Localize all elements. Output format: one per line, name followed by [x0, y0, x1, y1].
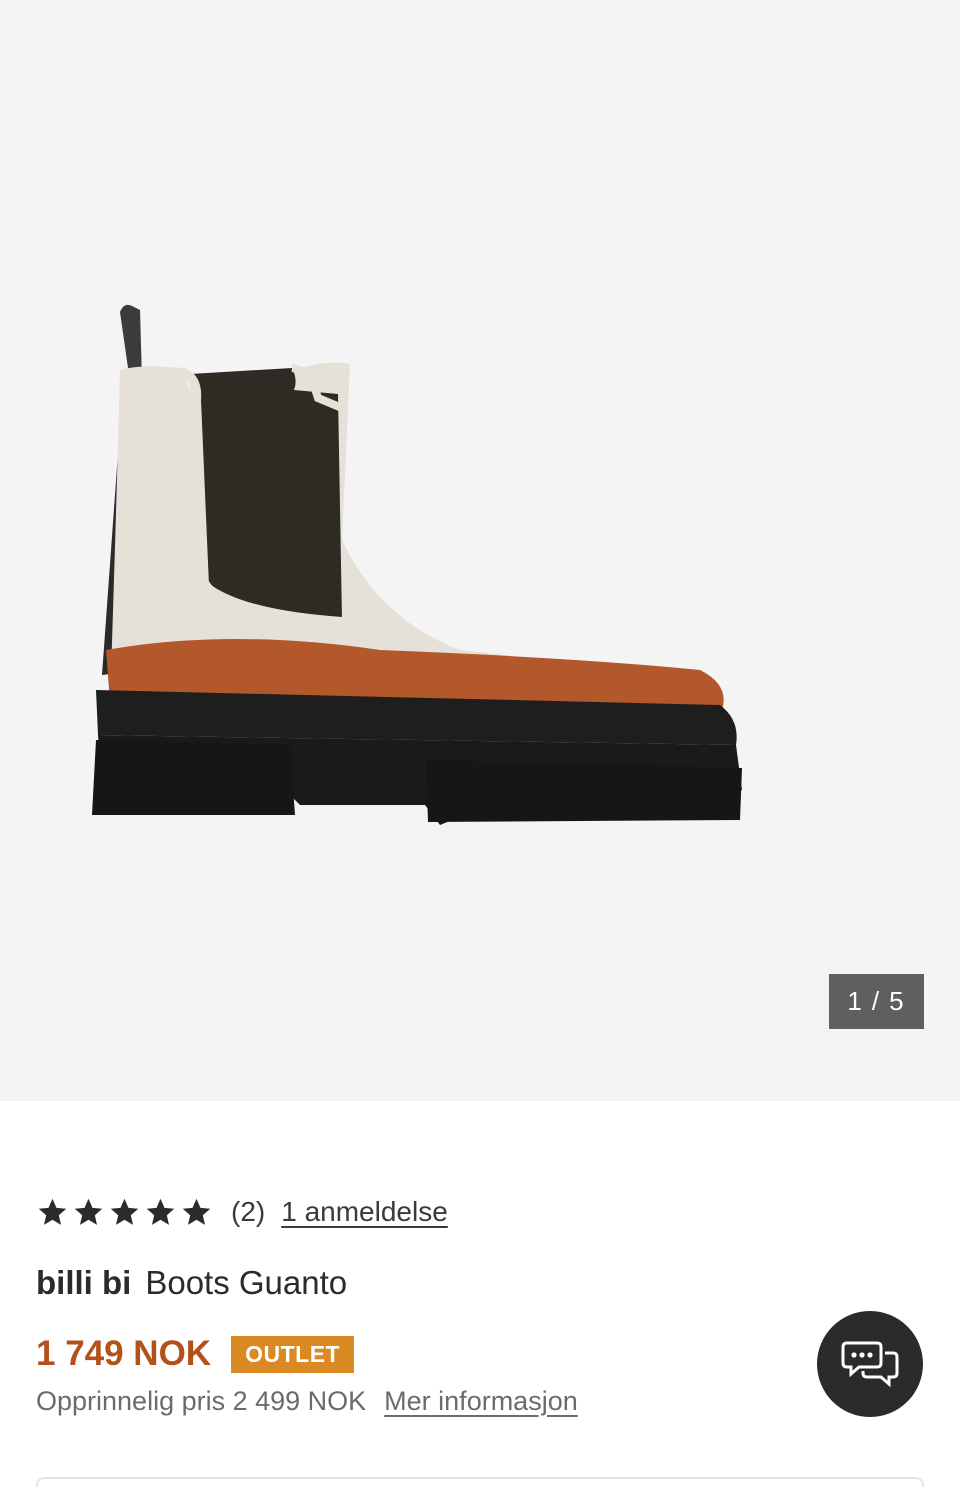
product-name: Boots Guanto — [145, 1264, 348, 1301]
current-price: 1 749 NOK — [36, 1334, 212, 1373]
image-counter: 1 / 5 — [829, 974, 924, 1029]
product-image[interactable] — [80, 290, 760, 850]
outlet-badge: OUTLET — [231, 1335, 355, 1373]
star-rating — [36, 1196, 213, 1229]
next-section-box — [36, 1477, 924, 1487]
product-title: billi bi Boots Guanto — [36, 1264, 347, 1302]
chat-bubbles-icon — [841, 1341, 899, 1388]
counter-separator: / — [871, 986, 882, 1016]
original-price-row: Opprinnelig pris 2 499 NOK Mer informasj… — [36, 1386, 578, 1417]
star-icon — [110, 1198, 139, 1225]
brand-name[interactable]: billi bi — [36, 1264, 131, 1301]
reviews-link[interactable]: 1 anmeldelse — [281, 1196, 448, 1228]
counter-current: 1 — [847, 986, 864, 1016]
original-price: Opprinnelig pris 2 499 NOK — [36, 1386, 367, 1416]
chat-button[interactable] — [817, 1311, 923, 1417]
more-info-link[interactable]: Mer informasjon — [384, 1386, 578, 1417]
star-icon — [182, 1198, 211, 1225]
price-row: 1 749 NOK OUTLET — [36, 1334, 355, 1374]
star-icon — [38, 1198, 67, 1225]
star-icon — [146, 1198, 175, 1225]
product-gallery[interactable]: 1 / 5 — [0, 0, 960, 1101]
counter-total: 5 — [889, 986, 906, 1016]
rating-count: (2) — [231, 1196, 266, 1227]
rating-row: (2) 1 anmeldelse — [36, 1192, 448, 1232]
star-icon — [74, 1198, 103, 1225]
